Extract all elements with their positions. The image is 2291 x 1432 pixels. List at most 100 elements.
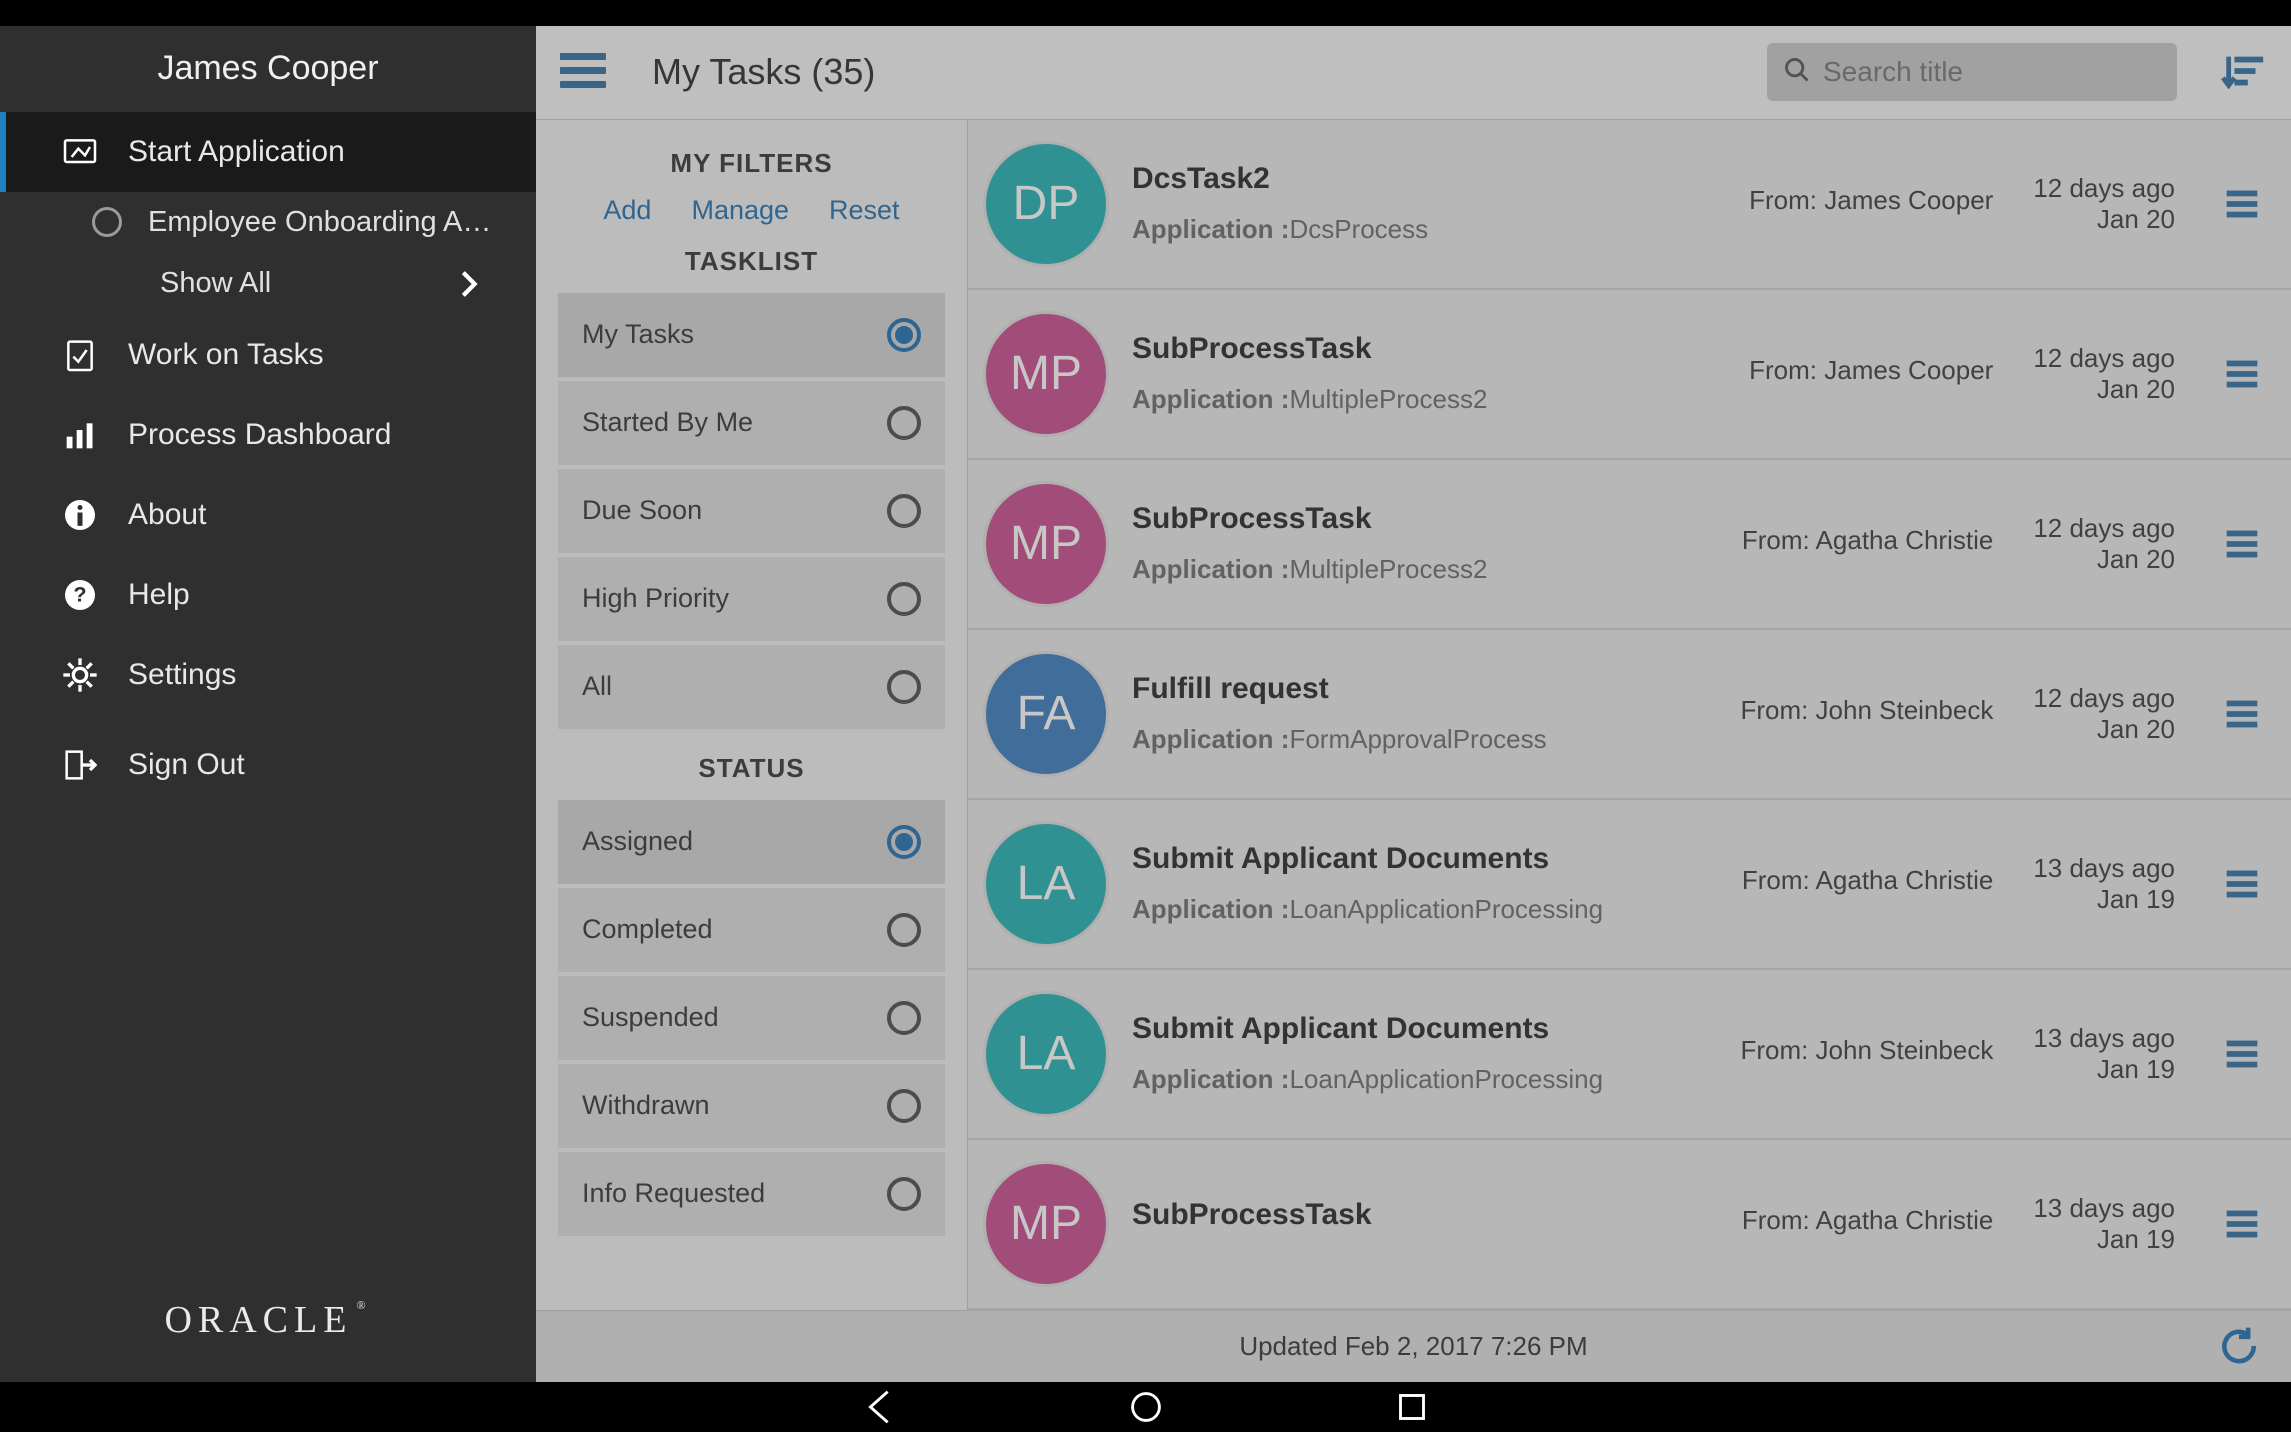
refresh-button[interactable] (2217, 1324, 2261, 1368)
status-option-label: Completed (582, 914, 713, 945)
android-back-button[interactable] (857, 1384, 903, 1430)
task-row[interactable]: MP SubProcessTaskApplication :MultiplePro… (968, 290, 2291, 460)
status-option[interactable]: Suspended (558, 976, 945, 1060)
task-title: SubProcessTask (1132, 502, 1716, 536)
navigation-drawer: James Cooper Start Application Employee … (0, 26, 536, 1382)
nav-help[interactable]: ? Help (0, 555, 536, 635)
filter-add-link[interactable]: Add (603, 195, 651, 226)
search-input[interactable] (1823, 56, 2161, 88)
task-application: Application :DcsProcess (1132, 214, 1723, 245)
task-action-button[interactable] (2219, 1201, 2265, 1247)
nav-about-label: About (128, 498, 206, 532)
start-application-icon (58, 130, 102, 174)
task-row[interactable]: DP DcsTask2 Application :DcsProcess From: J… (968, 120, 2291, 290)
task-title: SubProcessTask (1132, 332, 1723, 366)
status-option-label: Info Requested (582, 1178, 765, 1209)
task-application: Application :MultipleProcess2 (1132, 554, 1716, 585)
task-title: Submit Applicant Documents (1132, 842, 1716, 876)
task-age: 12 days agoJan 20 (2033, 683, 2175, 745)
status-option[interactable]: Assigned (558, 800, 945, 884)
task-age: 12 days agoJan 20 (2033, 173, 2175, 235)
main-content: My Tasks (35) MY FIL (536, 26, 2291, 1382)
task-row[interactable]: MPSubProcessTaskFrom: Agatha Christie13 … (968, 1140, 2291, 1310)
tasklist-option-label: Due Soon (582, 495, 702, 526)
android-nav-bar (0, 1382, 2291, 1432)
nav-process-dashboard[interactable]: Process Dashboard (0, 395, 536, 475)
tasklist-option-label: My Tasks (582, 319, 694, 350)
nav-sub-employee-onboarding[interactable]: Employee Onboarding Applica (0, 192, 536, 253)
task-body: Fulfill requestApplication :FormApproval… (1132, 672, 1714, 755)
status-option[interactable]: Withdrawn (558, 1064, 945, 1148)
nav-work-on-tasks[interactable]: Work on Tasks (0, 315, 536, 395)
task-row[interactable]: LA Submit Applicant Documents Application … (968, 970, 2291, 1140)
status-option-label: Suspended (582, 1002, 719, 1033)
task-action-button[interactable] (2219, 691, 2265, 737)
device-frame: James Cooper Start Application Employee … (0, 26, 2291, 1382)
task-list[interactable]: DP DcsTask2 Application :DcsProcess From: J… (968, 120, 2291, 1310)
nav-settings-label: Settings (128, 658, 236, 692)
nav-start-application[interactable]: Start Application (0, 112, 536, 192)
status-heading: STATUS (558, 753, 945, 784)
tasklist-option[interactable]: Due Soon (558, 469, 945, 553)
task-title: Submit Applicant Documents (1132, 1012, 1714, 1046)
task-action-button[interactable] (2219, 351, 2265, 397)
tasklist-option[interactable]: All (558, 645, 945, 729)
android-recents-button[interactable] (1389, 1384, 1435, 1430)
sort-button[interactable] (2221, 49, 2267, 95)
task-row[interactable]: FA Fulfill requestApplication :FormApprov… (968, 630, 2291, 800)
nav-sign-out[interactable]: Sign Out (0, 725, 536, 805)
task-action-button[interactable] (2219, 181, 2265, 227)
tasklist-option[interactable]: My Tasks (558, 293, 945, 377)
filter-reset-link[interactable]: Reset (829, 195, 900, 226)
status-option[interactable]: Completed (558, 888, 945, 972)
task-avatar: DP (986, 144, 1106, 264)
nav-about[interactable]: About (0, 475, 536, 555)
task-from: From: Agatha Christie (1742, 865, 1993, 902)
tasklist-option[interactable]: Started By Me (558, 381, 945, 465)
filter-manage-link[interactable]: Manage (691, 195, 789, 226)
task-avatar: MP (986, 484, 1106, 604)
radio-icon (887, 1177, 921, 1211)
tasklist-option[interactable]: High Priority (558, 557, 945, 641)
app-bar: My Tasks (35) (536, 26, 2291, 120)
task-row[interactable]: LASubmit Applicant DocumentsApplication … (968, 800, 2291, 970)
nav-process-dashboard-label: Process Dashboard (128, 418, 391, 452)
filter-actions: Add Manage Reset (558, 195, 945, 226)
task-title: DcsTask2 (1132, 162, 1723, 196)
task-action-button[interactable] (2219, 1031, 2265, 1077)
search-box[interactable] (1767, 43, 2177, 101)
username-label: James Cooper (0, 26, 536, 112)
task-avatar: LA (986, 994, 1106, 1114)
task-action-button[interactable] (2219, 861, 2265, 907)
nav-show-all[interactable]: Show All (0, 253, 536, 315)
footer-updated-label: Updated Feb 2, 2017 7:26 PM (1239, 1331, 1587, 1362)
tasklist-options: My Tasks Started By Me Due Soon High Priori… (558, 293, 945, 729)
task-age: 13 days agoJan 19 (2033, 853, 2175, 915)
radio-icon (887, 1089, 921, 1123)
task-action-button[interactable] (2219, 521, 2265, 567)
search-icon (1783, 56, 1811, 89)
task-body: Submit Applicant Documents Application :L… (1132, 842, 1716, 925)
radio-icon (887, 494, 921, 528)
status-option-label: Withdrawn (582, 1090, 710, 1121)
task-age: 12 days agoJan 20 (2033, 513, 2175, 575)
nav-settings[interactable]: Settings (0, 635, 536, 715)
status-option[interactable]: Info Requested (558, 1152, 945, 1236)
task-from: From: James Cooper (1749, 355, 1993, 392)
tasklist-option-label: High Priority (582, 583, 729, 614)
task-body: SubProcessTaskApplication :MultipleProce… (1132, 332, 1723, 415)
task-from: From: Agatha Christie (1742, 1205, 1993, 1242)
status-option-label: Assigned (582, 826, 693, 857)
android-home-button[interactable] (1123, 1384, 1169, 1430)
task-from: From: James Cooper (1749, 185, 1993, 222)
radio-icon (887, 406, 921, 440)
task-application: Application :LoanApplicationProcessing (1132, 894, 1716, 925)
task-avatar: MP (986, 314, 1106, 434)
nav-show-all-label: Show All (160, 267, 271, 300)
task-row[interactable]: MP SubProcessTask Application :MultiplePro… (968, 460, 2291, 630)
tasklist-option-label: Started By Me (582, 407, 753, 438)
hamburger-menu-button[interactable] (560, 53, 606, 91)
task-avatar: FA (986, 654, 1106, 774)
task-application: Application :LoanApplicationProcessing (1132, 1064, 1714, 1095)
footer-bar: Updated Feb 2, 2017 7:26 PM (536, 1310, 2291, 1382)
